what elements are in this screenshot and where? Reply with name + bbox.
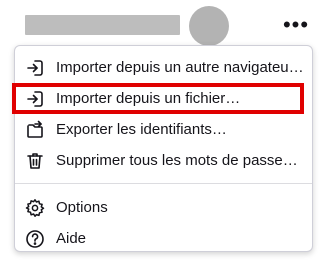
import-icon bbox=[25, 89, 45, 109]
avatar[interactable] bbox=[189, 6, 229, 46]
menu-item-label: Importer depuis un fichier… bbox=[56, 90, 241, 107]
more-options-button[interactable]: ••• bbox=[279, 12, 313, 38]
help-icon bbox=[25, 229, 45, 249]
trash-icon bbox=[25, 151, 45, 171]
menu-item-options[interactable]: Options bbox=[15, 192, 312, 223]
more-horizontal-icon: ••• bbox=[282, 12, 310, 37]
menu-separator bbox=[15, 183, 312, 184]
menu-item-delete-all[interactable]: Supprimer tous les mots de passe… bbox=[15, 145, 312, 176]
gear-icon bbox=[25, 198, 45, 218]
menu-item-label: Aide bbox=[56, 230, 87, 247]
import-icon bbox=[25, 58, 45, 78]
menu-item-label: Exporter les identifiants… bbox=[56, 121, 227, 138]
menu-item-export[interactable]: Exporter les identifiants… bbox=[15, 114, 312, 145]
menu-item-import-browser[interactable]: Importer depuis un autre navigateur… bbox=[15, 52, 312, 83]
account-name-placeholder bbox=[25, 15, 180, 35]
export-folder-icon bbox=[25, 120, 45, 140]
menu-item-label: Supprimer tous les mots de passe… bbox=[56, 152, 298, 169]
dropdown-menu: Importer depuis un autre navigateur… Imp… bbox=[12, 45, 313, 254]
menu-item-label: Importer depuis un autre navigateur… bbox=[56, 59, 304, 76]
menu-item-import-file[interactable]: Importer depuis un fichier… bbox=[12, 83, 312, 114]
menu-item-help[interactable]: Aide bbox=[15, 223, 312, 254]
menu-item-label: Options bbox=[56, 199, 108, 216]
